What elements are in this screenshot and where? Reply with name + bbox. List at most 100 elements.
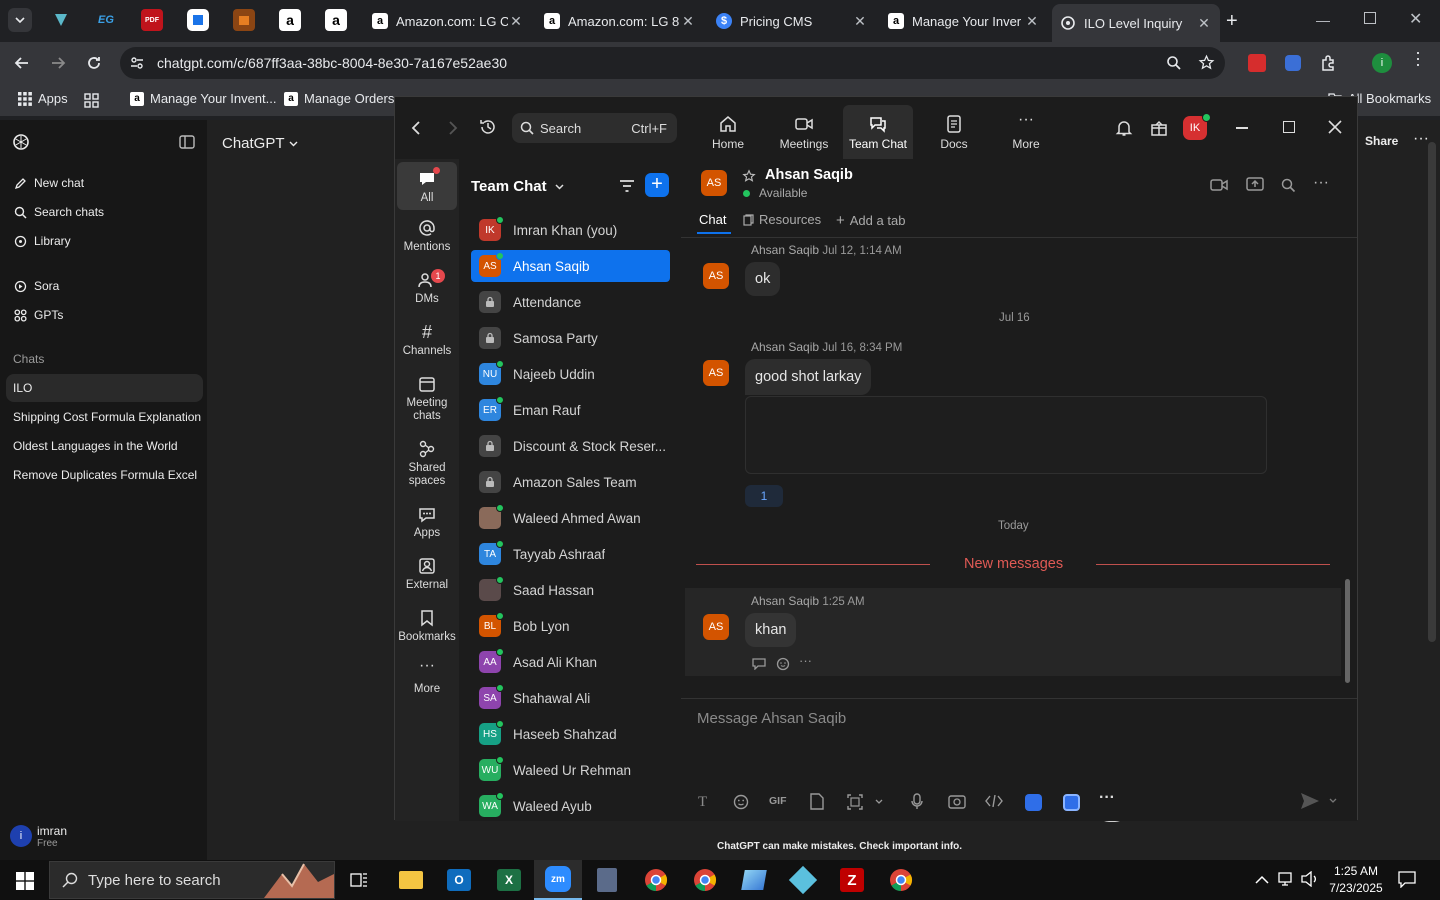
gif-button[interactable]: GIF <box>769 795 787 807</box>
pinned-tab[interactable]: a <box>279 9 301 31</box>
new-chat-button[interactable]: New chat <box>14 176 84 190</box>
contact-item[interactable]: ER Eman Rauf <box>471 394 670 426</box>
back-arrow-icon[interactable] <box>14 55 30 71</box>
add-tab-button[interactable]: + Add a tab <box>836 212 905 229</box>
close-icon[interactable] <box>1328 120 1342 134</box>
bookmark-manage-inventory[interactable]: a Manage Your Invent... <box>130 91 276 106</box>
taskbar-search[interactable]: Type here to search <box>49 861 335 899</box>
rail-apps[interactable]: Apps <box>397 505 457 540</box>
restore-button[interactable] <box>1364 12 1376 24</box>
filter-icon[interactable] <box>619 179 635 193</box>
message-avatar[interactable]: AS <box>703 360 729 386</box>
more-options-icon[interactable]: ··· <box>1099 789 1115 807</box>
more-options-icon[interactable]: ··· <box>799 653 812 668</box>
nav-meetings[interactable]: Meetings <box>775 115 833 151</box>
more-options-icon[interactable]: ··· <box>1313 174 1329 192</box>
gift-icon[interactable] <box>1150 119 1168 137</box>
nav-more[interactable]: ··· More <box>999 112 1053 152</box>
bell-icon[interactable] <box>1115 119 1133 137</box>
network-icon[interactable] <box>1278 871 1296 887</box>
zoom-app-icon[interactable] <box>1063 794 1080 811</box>
rail-external[interactable]: External <box>397 557 457 592</box>
message-attachment[interactable] <box>745 396 1267 474</box>
chat-scrollbar[interactable] <box>1345 579 1350 683</box>
close-icon[interactable]: ✕ <box>508 13 524 30</box>
contact-item[interactable]: SA Shahawal Ali <box>471 682 670 714</box>
whiteboard-app-icon[interactable] <box>1025 794 1042 811</box>
tab-groups-icon[interactable] <box>84 93 99 108</box>
contact-name[interactable]: Ahsan Saqib <box>765 167 853 183</box>
extension-icon[interactable] <box>1285 55 1301 71</box>
scrollbar[interactable] <box>1428 142 1436 642</box>
address-bar[interactable]: chatgpt.com/c/687ff3aa-38bc-8004-8e30-7a… <box>120 47 1225 79</box>
browser-tab[interactable]: a Manage Your Inver ✕ <box>880 6 1048 36</box>
browser-tab[interactable]: $ Pricing CMS ✕ <box>708 6 876 36</box>
tab-resources[interactable]: Resources <box>743 212 821 227</box>
tab-chat[interactable]: Chat <box>699 212 726 227</box>
puzzle-icon[interactable] <box>1320 54 1338 72</box>
zoom-search-box[interactable]: Search Ctrl+F <box>512 113 677 143</box>
zoom-icon[interactable] <box>1166 55 1182 71</box>
screenshot-icon[interactable] <box>847 794 863 810</box>
chat-item[interactable]: Remove Duplicates Formula Excel <box>6 461 203 489</box>
user-avatar[interactable]: i <box>10 825 32 847</box>
message-bubble[interactable]: good shot larkay <box>745 359 872 395</box>
volume-icon[interactable] <box>1301 871 1319 887</box>
code-icon[interactable] <box>985 795 1003 807</box>
taskbar-app[interactable] <box>779 860 827 900</box>
taskbar-outlook[interactable]: O <box>435 860 483 900</box>
rail-more[interactable]: ··· More <box>397 658 457 696</box>
taskbar-zoom[interactable]: zm <box>534 860 582 900</box>
bookmark-manage-orders[interactable]: a Manage Orders <box>284 91 394 106</box>
close-icon[interactable]: ✕ <box>1024 13 1040 30</box>
taskbar-chrome[interactable] <box>632 860 680 900</box>
close-icon[interactable]: ✕ <box>852 13 868 30</box>
message-bubble[interactable]: khan <box>745 613 797 647</box>
user-name[interactable]: imran <box>37 824 67 838</box>
clock[interactable]: 1:25 AM 7/23/2025 <box>1325 863 1387 897</box>
forward-arrow-icon[interactable] <box>50 55 66 71</box>
message-input[interactable]: Message Ahsan Saqib <box>697 710 846 727</box>
taskbar-filezilla[interactable]: Z <box>828 860 876 900</box>
maximize-button[interactable] <box>1283 121 1295 133</box>
close-icon[interactable]: ✕ <box>1196 15 1212 32</box>
notifications-icon[interactable] <box>1398 871 1416 888</box>
contact-item[interactable]: Discount & Stock Reser... <box>471 430 670 462</box>
rail-dms[interactable]: DMs 1 <box>397 269 457 306</box>
taskbar-app[interactable] <box>730 860 778 900</box>
message-avatar[interactable]: AS <box>703 263 729 289</box>
format-text-icon[interactable]: T <box>698 794 707 811</box>
contact-item[interactable]: TA Tayyab Ashraaf <box>471 538 670 570</box>
browser-tab[interactable]: a Amazon.com: LG 8 ✕ <box>536 6 704 36</box>
chevron-down-icon[interactable] <box>1329 798 1337 803</box>
rail-meeting-chats[interactable]: Meeting chats <box>397 375 457 423</box>
file-icon[interactable] <box>810 793 824 810</box>
emoji-icon[interactable] <box>733 794 749 810</box>
contact-item[interactable]: NU Najeeb Uddin <box>471 358 670 390</box>
search-icon[interactable] <box>1281 178 1296 193</box>
message-avatar[interactable]: AS <box>703 614 729 640</box>
sora-button[interactable]: Sora <box>14 279 59 293</box>
forward-chevron-icon[interactable] <box>448 121 458 135</box>
close-icon[interactable]: ✕ <box>680 13 696 30</box>
contact-item-selected[interactable]: AS Ahsan Saqib <box>471 250 670 282</box>
contact-avatar[interactable]: AS <box>701 170 727 196</box>
new-tab-button[interactable]: + <box>1226 10 1238 33</box>
pinned-tab[interactable]: EG <box>95 9 117 31</box>
nav-team-chat[interactable]: Team Chat <box>843 105 913 159</box>
more-options-icon[interactable]: ··· <box>1413 130 1429 148</box>
taskbar-excel[interactable]: X <box>485 860 533 900</box>
search-chats-button[interactable]: Search chats <box>14 205 104 219</box>
video-message-icon[interactable] <box>948 794 966 809</box>
rail-channels[interactable]: # Channels <box>397 323 457 358</box>
minimize-button[interactable]: — <box>1316 12 1330 28</box>
contact-item[interactable]: AA Asad Ali Khan <box>471 646 670 678</box>
reply-count[interactable]: 1 <box>745 485 783 507</box>
taskbar-file-explorer[interactable] <box>387 860 435 900</box>
reply-icon[interactable] <box>752 657 766 670</box>
contact-item[interactable]: IK Imran Khan (you) <box>471 214 670 246</box>
list-title[interactable]: Team Chat <box>471 178 564 195</box>
contact-item[interactable]: WA Waleed Ayub <box>471 790 670 822</box>
pinned-tab[interactable] <box>187 9 209 31</box>
browser-tab-active[interactable]: ILO Level Inquiry ✕ <box>1052 4 1220 42</box>
